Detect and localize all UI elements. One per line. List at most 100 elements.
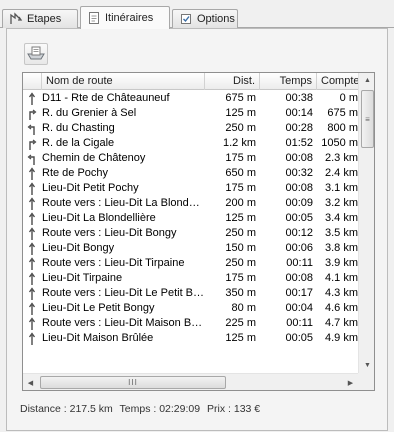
table-row[interactable]: R. de la Cigale 1.2 km 01:52 1050 m: [23, 136, 358, 151]
turn-straight-arrow-icon: [25, 166, 39, 181]
scroll-right-arrow-icon[interactable]: ▶: [343, 374, 358, 390]
time-cell: 00:08: [285, 182, 313, 194]
distance-cell: 650 m: [225, 167, 256, 179]
time-cell: 00:38: [285, 92, 313, 104]
counter-cell: 3.8 km: [324, 242, 358, 254]
turn-straight-arrow-icon: [25, 301, 39, 316]
header-dist[interactable]: Dist.: [205, 73, 260, 90]
horizontal-scrollbar[interactable]: ◀ III ▶: [23, 373, 358, 390]
turn-right-arrow-icon: [25, 106, 39, 121]
route-name-cell: Route vers : Lieu-Dit Bongy: [42, 227, 177, 239]
route-name-cell: Route vers : Lieu-Dit Maison Brûlée: [42, 317, 205, 329]
table-row[interactable]: Lieu-Dit Petit Pochy 175 m 00:08 3.1 km: [23, 181, 358, 196]
counter-cell: 4.3 km: [324, 287, 358, 299]
turn-straight-arrow-icon: [25, 211, 39, 226]
distance-cell: 150 m: [225, 242, 256, 254]
status-bar: Distance : 217.5 km Temps : 02:29:09 Pri…: [20, 403, 264, 415]
route-name-cell: Lieu-Dit La Blondellière: [42, 212, 156, 224]
tab-options[interactable]: Options: [172, 9, 238, 28]
route-name-cell: Lieu-Dit Petit Pochy: [42, 182, 139, 194]
counter-cell: 0 m: [339, 92, 358, 104]
route-name-cell: Route vers : Lieu-Dit Tirpaine: [42, 257, 185, 269]
turn-left-arrow-icon: [25, 121, 39, 136]
counter-cell: 4.1 km: [324, 272, 358, 284]
distance-cell: 125 m: [225, 212, 256, 224]
table-row[interactable]: Lieu-Dit La Blondellière 125 m 00:05 3.4 km: [23, 211, 358, 226]
distance-cell: 350 m: [225, 287, 256, 299]
table-row[interactable]: Route vers : Lieu-Dit Tirpaine 250 m 00:11…: [23, 256, 358, 271]
turn-straight-arrow-icon: [25, 226, 39, 241]
distance-cell: 250 m: [225, 257, 256, 269]
scroll-left-arrow-icon[interactable]: ◀: [23, 374, 38, 390]
table-row[interactable]: Lieu-Dit Le Petit Bongy 80 m 00:04 4.6 km: [23, 301, 358, 316]
time-cell: 00:17: [285, 287, 313, 299]
header-icon-column[interactable]: [23, 73, 42, 90]
vertical-scrollbar[interactable]: ▲ ≡ ▼: [358, 73, 374, 373]
distance-cell: 250 m: [225, 227, 256, 239]
turn-straight-arrow-icon: [25, 181, 39, 196]
header-nom-de-route[interactable]: Nom de route: [42, 73, 205, 90]
turn-straight-arrow-icon: [25, 331, 39, 346]
distance-cell: 1.2 km: [222, 137, 256, 149]
counter-cell: 4.7 km: [324, 317, 358, 329]
route-name-cell: R. du Chasting: [42, 122, 115, 134]
time-cell: 00:05: [285, 212, 313, 224]
table-row[interactable]: Route vers : Lieu-Dit Le Petit Bongy 350 …: [23, 286, 358, 301]
tab-etapes[interactable]: Etapes: [2, 9, 78, 28]
table-row[interactable]: Route vers : Lieu-Dit La Blondellière 200…: [23, 196, 358, 211]
distance-cell: 675 m: [225, 92, 256, 104]
header-compteur[interactable]: Compteur: [317, 73, 358, 90]
time-cell: 00:05: [285, 332, 313, 344]
table-row[interactable]: Rte de Pochy 650 m 00:32 2.4 km: [23, 166, 358, 181]
route-name-cell: Route vers : Lieu-Dit La Blondellière: [42, 197, 205, 209]
time-cell: 00:11: [286, 317, 313, 329]
counter-cell: 3.4 km: [324, 212, 358, 224]
route-name-cell: Lieu-Dit Maison Brûlée: [42, 332, 154, 344]
export-button[interactable]: [24, 43, 48, 65]
horizontal-scroll-thumb[interactable]: III: [40, 376, 226, 389]
tab-itineraires-label: Itinéraires: [105, 12, 154, 24]
time-cell: 01:52: [285, 137, 313, 149]
time-cell: 00:11: [286, 257, 313, 269]
route-list[interactable]: Nom de route Dist. Temps Compteur D11 - …: [22, 72, 375, 391]
time-cell: 00:08: [285, 272, 313, 284]
counter-cell: 3.9 km: [324, 257, 358, 269]
table-row[interactable]: R. du Chasting 250 m 00:28 800 m: [23, 121, 358, 136]
table-row[interactable]: Route vers : Lieu-Dit Bongy 250 m 00:12 3.5…: [23, 226, 358, 241]
table-row[interactable]: Route vers : Lieu-Dit Maison Brûlée 225 m…: [23, 316, 358, 331]
time-cell: 00:28: [285, 122, 313, 134]
tab-etapes-label: Etapes: [27, 13, 62, 25]
route-name-cell: Lieu-Dit Le Petit Bongy: [42, 302, 155, 314]
counter-cell: 3.1 km: [324, 182, 358, 194]
route-name-cell: R. de la Cigale: [42, 137, 115, 149]
distance-cell: 175 m: [225, 152, 256, 164]
status-price: Prix : 133 €: [207, 403, 261, 415]
scroll-down-arrow-icon[interactable]: ▼: [359, 358, 374, 373]
distance-cell: 250 m: [225, 122, 256, 134]
distance-cell: 80 m: [231, 302, 256, 314]
route-name-cell: Chemin de Châtenoy: [42, 152, 146, 164]
route-name-cell: Route vers : Lieu-Dit Le Petit Bongy: [42, 287, 205, 299]
table-row[interactable]: R. du Grenier à Sel 125 m 00:14 675 m: [23, 106, 358, 121]
turn-straight-arrow-icon: [25, 316, 39, 331]
time-cell: 00:14: [285, 107, 313, 119]
counter-cell: 2.3 km: [324, 152, 358, 164]
time-cell: 00:08: [285, 152, 313, 164]
counter-cell: 2.4 km: [324, 167, 358, 179]
table-row[interactable]: Lieu-Dit Bongy 150 m 00:06 3.8 km: [23, 241, 358, 256]
scroll-up-arrow-icon[interactable]: ▲: [359, 73, 374, 88]
header-temps[interactable]: Temps: [260, 73, 317, 90]
table-row[interactable]: Lieu-Dit Maison Brûlée 125 m 00:05 4.9 km: [23, 331, 358, 346]
vertical-scroll-thumb[interactable]: ≡: [361, 90, 374, 148]
turn-straight-arrow-icon: [25, 286, 39, 301]
tab-itineraires[interactable]: Itinéraires: [80, 6, 170, 29]
table-row[interactable]: Chemin de Châtenoy 175 m 00:08 2.3 km: [23, 151, 358, 166]
time-cell: 00:12: [285, 227, 313, 239]
table-row[interactable]: D11 - Rte de Châteauneuf 675 m 00:38 0 m: [23, 91, 358, 106]
distance-cell: 200 m: [225, 197, 256, 209]
counter-cell: 675 m: [327, 107, 358, 119]
route-name-cell: Lieu-Dit Tirpaine: [42, 272, 123, 284]
time-cell: 00:32: [285, 167, 313, 179]
table-row[interactable]: Lieu-Dit Tirpaine 175 m 00:08 4.1 km: [23, 271, 358, 286]
tab-options-label: Options: [197, 13, 235, 25]
